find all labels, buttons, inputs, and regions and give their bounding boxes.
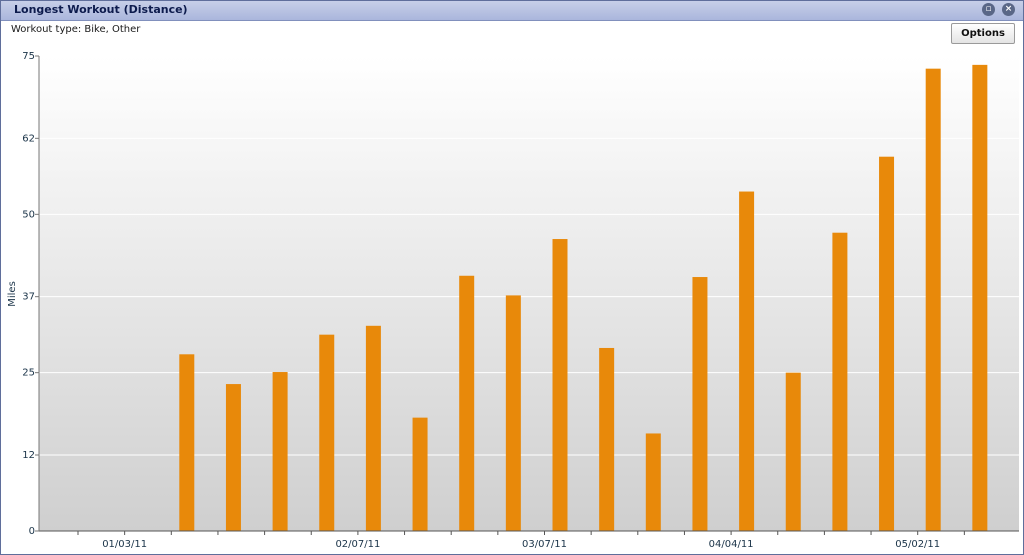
bar [879,156,895,531]
bar [459,275,475,531]
bar [365,325,381,531]
bar [925,68,941,532]
y-tick-label: 25 [22,368,35,379]
y-axis-title: Miles [7,281,18,307]
y-tick-label: 75 [22,51,35,62]
x-tick-label: 01/03/11 [102,539,147,550]
y-tick-labels: 0 12 25 37 50 62 75 [22,51,39,537]
y-tick-label: 37 [22,292,35,303]
bar [692,277,708,531]
bar [225,384,241,531]
bar [972,64,988,531]
bar-chart: 0 12 25 37 50 62 75 01/03/11 02/07/11 03/07/11 04… [7,51,1019,550]
x-tick-label: 04/04/11 [709,539,754,550]
bar [272,372,288,531]
x-tick-label: 05/02/11 [895,539,940,550]
y-tick-label: 12 [22,450,35,461]
bar [179,354,195,531]
bar [645,433,661,531]
bar [739,191,755,532]
bar [505,295,521,531]
x-tick-labels: 01/03/11 02/07/11 03/07/11 04/04/11 05/02/11 [77,531,965,550]
x-tick-label: 03/07/11 [522,539,567,550]
y-tick-label: 62 [22,133,35,144]
bar [552,239,568,532]
bar [785,372,801,531]
bar [319,334,335,531]
bar [599,347,615,531]
y-tick-label: 0 [29,526,35,537]
bar [412,417,428,531]
x-tick-label: 02/07/11 [335,539,380,550]
y-tick-label: 50 [22,209,35,220]
bar [832,232,848,531]
